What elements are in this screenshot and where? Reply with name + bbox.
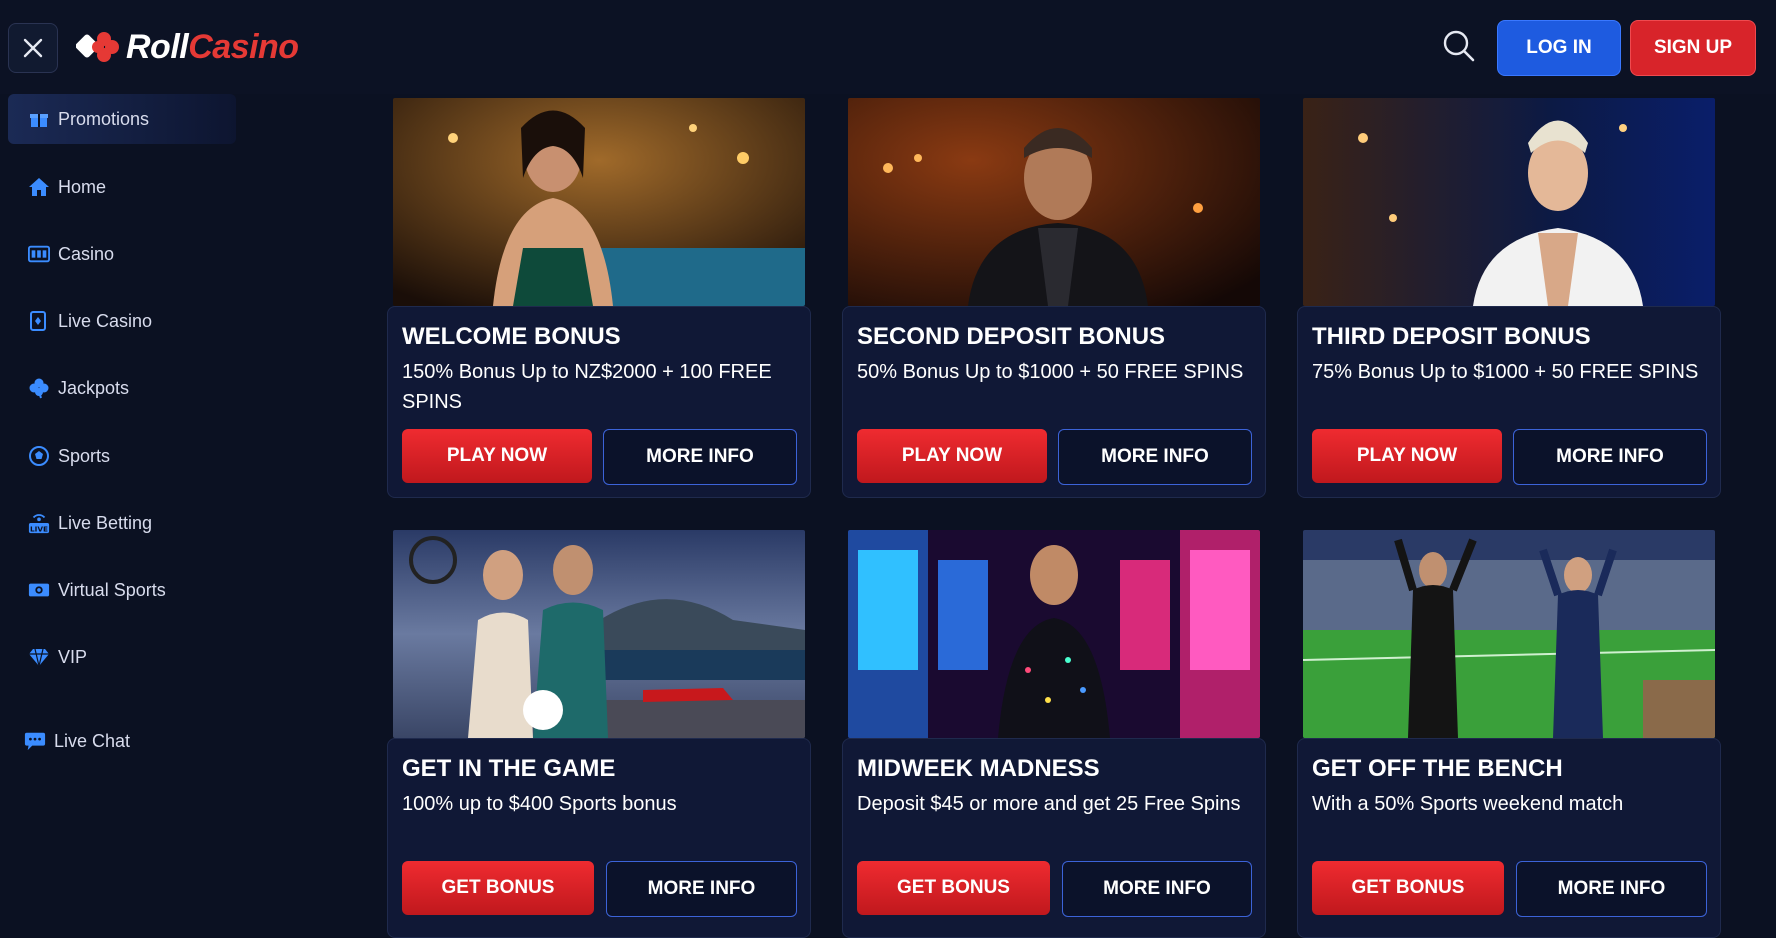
sidebar-nav: Promotions Home Casino Live Casino Jackp… — [0, 94, 350, 919]
promo-description: 150% Bonus Up to NZ$2000 + 100 FREE SPIN… — [402, 361, 772, 413]
live-broadcast-icon: LIVE — [28, 512, 50, 534]
search-button[interactable] — [1441, 28, 1477, 64]
sidebar-item-label: Home — [58, 176, 107, 197]
sidebar-item-casino[interactable]: Casino — [8, 229, 236, 279]
chat-bubble-icon — [24, 730, 46, 752]
promo-description: Deposit $45 or more and get 25 Free Spin… — [857, 793, 1241, 815]
promo-title: SECOND DEPOSIT BONUS — [857, 323, 1166, 350]
sidebar-item-label: Casino — [58, 243, 115, 264]
sidebar-item-label: Virtual Sports — [58, 579, 166, 600]
play-now-button[interactable]: PLAY NOW — [402, 429, 592, 483]
virtual-screen-icon — [28, 579, 50, 601]
signup-button[interactable]: SIGN UP — [1630, 20, 1756, 76]
playing-card-icon — [28, 310, 50, 332]
clover-icon — [28, 377, 50, 399]
search-icon — [1443, 30, 1475, 62]
promo-description: 100% up to $400 Sports bonus — [402, 793, 677, 815]
close-menu-button[interactable] — [8, 23, 58, 73]
soccer-ball-icon — [28, 445, 50, 467]
promo-image-midweek-madness — [848, 530, 1260, 738]
promo-description: 75% Bonus Up to $1000 + 50 FREE SPINS — [1312, 361, 1699, 383]
sidebar-item-label: Sports — [58, 445, 111, 466]
promo-title: GET OFF THE BENCH — [1312, 755, 1563, 782]
more-info-button[interactable]: MORE INFO — [1513, 429, 1707, 485]
promo-title: MIDWEEK MADNESS — [857, 755, 1100, 782]
promo-title: WELCOME BONUS — [402, 323, 621, 350]
sidebar-item-label: Live Chat — [54, 730, 131, 751]
sidebar-item-live-betting[interactable]: LIVE Live Betting — [8, 498, 236, 548]
get-bonus-button[interactable]: GET BONUS — [1312, 861, 1504, 915]
sidebar-item-label: Live Casino — [58, 310, 153, 331]
get-bonus-button[interactable]: GET BONUS — [402, 861, 594, 915]
sidebar-item-label: Promotions — [58, 108, 150, 129]
promo-title: THIRD DEPOSIT BONUS — [1312, 323, 1591, 350]
more-info-button[interactable]: MORE INFO — [606, 861, 797, 917]
promo-card-get-in-the-game: GET IN THE GAME 100% up to $400 Sports b… — [387, 738, 811, 938]
close-icon — [23, 38, 43, 58]
promo-card-welcome: WELCOME BONUS 150% Bonus Up to NZ$2000 +… — [387, 306, 811, 498]
slot-machine-icon — [28, 243, 50, 265]
promo-image-get-in-the-game — [393, 530, 805, 738]
sidebar-item-label: Live Betting — [58, 512, 153, 533]
promo-title: GET IN THE GAME — [402, 755, 616, 782]
promo-image-get-off-the-bench — [1303, 530, 1715, 738]
promo-card-get-off-the-bench: GET OFF THE BENCH With a 50% Sports week… — [1297, 738, 1721, 938]
sidebar-item-promotions[interactable]: Promotions — [8, 94, 236, 144]
logo-casino: Casino — [188, 27, 299, 66]
more-info-button[interactable]: MORE INFO — [1058, 429, 1252, 485]
promo-image-second-deposit — [848, 98, 1260, 306]
gift-icon — [28, 108, 50, 130]
top-header: RollCasino LOG IN SIGN UP — [0, 0, 1776, 94]
logo-clover-icon — [76, 29, 120, 65]
svg-text:LIVE: LIVE — [30, 524, 48, 533]
home-icon — [28, 176, 50, 198]
sidebar-item-vip[interactable]: VIP — [8, 632, 236, 682]
get-bonus-button[interactable]: GET BONUS — [857, 861, 1050, 915]
promo-image-third-deposit — [1303, 98, 1715, 306]
diamond-icon — [28, 646, 50, 668]
sidebar-item-label: Jackpots — [58, 377, 130, 398]
more-info-button[interactable]: MORE INFO — [1062, 861, 1252, 917]
promo-description: With a 50% Sports weekend match — [1312, 793, 1624, 815]
sidebar-item-label: VIP — [58, 646, 88, 667]
more-info-button[interactable]: MORE INFO — [603, 429, 797, 485]
sidebar-item-live-casino[interactable]: Live Casino — [8, 296, 236, 346]
roll-casino-logo[interactable]: RollCasino — [76, 24, 299, 70]
promo-card-midweek-madness: MIDWEEK MADNESS Deposit $45 or more and … — [842, 738, 1266, 938]
promo-card-third-deposit: THIRD DEPOSIT BONUS 75% Bonus Up to $100… — [1297, 306, 1721, 498]
sidebar-item-sports[interactable]: Sports — [8, 431, 236, 481]
sidebar-item-home[interactable]: Home — [8, 162, 236, 212]
promo-description: 50% Bonus Up to $1000 + 50 FREE SPINS — [857, 361, 1244, 383]
play-now-button[interactable]: PLAY NOW — [857, 429, 1047, 483]
promo-card-second-deposit: SECOND DEPOSIT BONUS 50% Bonus Up to $10… — [842, 306, 1266, 498]
sidebar-item-jackpots[interactable]: Jackpots — [8, 363, 236, 413]
more-info-button[interactable]: MORE INFO — [1516, 861, 1707, 917]
sidebar-item-live-chat[interactable]: Live Chat — [4, 716, 232, 766]
sidebar-item-virtual-sports[interactable]: Virtual Sports — [8, 565, 236, 615]
login-button[interactable]: LOG IN — [1497, 20, 1621, 76]
play-now-button[interactable]: PLAY NOW — [1312, 429, 1502, 483]
logo-text: RollCasino — [126, 28, 299, 67]
logo-roll: Roll — [126, 27, 189, 66]
promo-image-welcome — [393, 98, 805, 306]
